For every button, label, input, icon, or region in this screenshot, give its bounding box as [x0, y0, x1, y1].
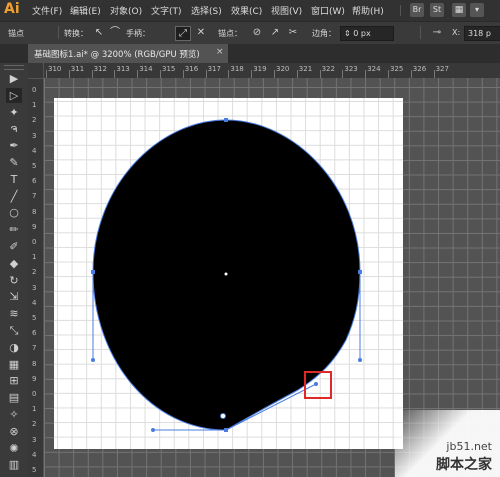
watermark-site: jb51.net: [446, 440, 492, 453]
handle-point[interactable]: [151, 428, 155, 432]
handle-point[interactable]: [358, 358, 362, 362]
anchor-point[interactable]: [224, 118, 228, 122]
watermark: jb51.net 脚本之家: [395, 410, 500, 477]
anchor-point[interactable]: [91, 270, 95, 274]
handle-point[interactable]: [91, 358, 95, 362]
anchor-point[interactable]: [224, 428, 228, 432]
corner-widget[interactable]: [220, 413, 226, 419]
center-point: [224, 272, 228, 276]
anchor-point[interactable]: [358, 270, 362, 274]
artwork-layer[interactable]: [0, 0, 500, 477]
watermark-name: 脚本之家: [436, 457, 492, 473]
handle-point[interactable]: [314, 382, 318, 386]
